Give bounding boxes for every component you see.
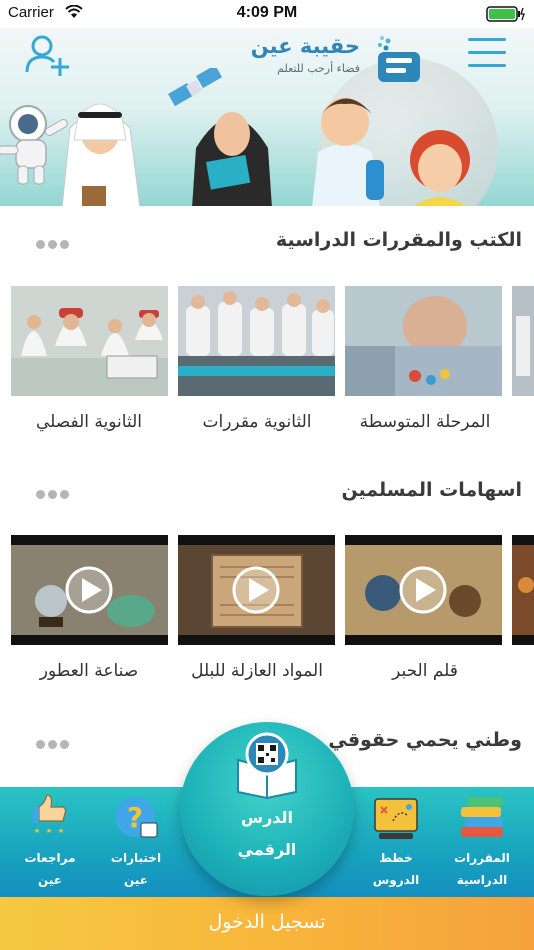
- app-tagline: فضاء أرحب للتعلم: [277, 62, 360, 75]
- app-logo: حقيبة عين فضاء أرحب للتعلم: [250, 34, 430, 84]
- video-waterproof-materials[interactable]: [178, 535, 335, 645]
- qr-book-icon: [237, 732, 297, 800]
- next-card-thumbnail: [512, 286, 534, 396]
- card-secondary-semester[interactable]: [11, 286, 168, 396]
- dot-icon: [36, 740, 45, 749]
- more-books-button[interactable]: [36, 234, 76, 249]
- menu-bar-icon: [468, 38, 506, 41]
- nav-tests-label-1: اختبارات: [110, 851, 162, 865]
- dot-icon: [48, 740, 57, 749]
- next-video-thumbnail: [512, 535, 534, 645]
- more-contributions-button[interactable]: [36, 484, 76, 499]
- books-row: [0, 286, 534, 396]
- login-label: تسجيل الدخول: [208, 911, 326, 933]
- dot-icon: [36, 240, 45, 249]
- header-banner: حقيبة عين فضاء أرحب للتعلم: [0, 28, 534, 206]
- dot-icon: [36, 490, 45, 499]
- characters-illustration: [0, 68, 470, 206]
- dot-icon: [60, 740, 69, 749]
- card-label: صناعة العطور: [39, 661, 139, 681]
- digital-lesson-label-2: الرقمي: [237, 840, 297, 859]
- waterproof-materials-thumbnail: [178, 535, 335, 645]
- video-ink-pen[interactable]: [345, 535, 502, 645]
- secondary-semester-thumbnail: [11, 286, 168, 396]
- section-title-my-country: وطني يحمي حقوقي: [328, 729, 522, 751]
- digital-lesson-button[interactable]: الدرس الرقمي: [180, 722, 354, 896]
- nav-tests[interactable]: ? اختبارات عين: [86, 787, 186, 897]
- battery-icon: [486, 6, 525, 22]
- card-label: المواد العازلة للبلل: [191, 661, 323, 681]
- lesson-plan-board-icon: [374, 798, 418, 839]
- card-label: الثانوية الفصلي: [35, 412, 143, 432]
- menu-bar-icon: [468, 51, 506, 54]
- nav-reviews-label-2: عين: [38, 873, 62, 887]
- video-next-peek[interactable]: [512, 535, 534, 645]
- menu-bar-icon: [468, 64, 506, 67]
- digital-lesson-label-1: الدرس: [240, 808, 294, 827]
- videos-row: [0, 535, 534, 645]
- perfume-making-thumbnail: [11, 535, 168, 645]
- card-label: الثانوية مقررات: [202, 412, 312, 432]
- card-label: المرحلة المتوسطة: [359, 412, 491, 432]
- app-name: حقيبة عين: [250, 34, 360, 58]
- section-title-muslim-contributions: اسهامات المسلمين: [341, 479, 522, 501]
- nav-courses-label-1: المقررات: [454, 851, 510, 865]
- card-label: قلم الحبر: [392, 661, 458, 681]
- status-bar: Carrier 4:09 PM: [0, 0, 534, 28]
- more-country-button[interactable]: [36, 734, 76, 749]
- intermediate-thumbnail: [345, 286, 502, 396]
- dot-icon: [60, 240, 69, 249]
- card-secondary-courses[interactable]: [178, 286, 335, 396]
- nav-lesson-plans[interactable]: خطط الدروس: [346, 787, 446, 897]
- login-button[interactable]: تسجيل الدخول: [0, 897, 534, 950]
- nav-courses[interactable]: المقررات الدراسية: [432, 787, 532, 897]
- thumbs-up-stars-icon: [33, 794, 67, 833]
- video-perfume-making[interactable]: [11, 535, 168, 645]
- dot-icon: [48, 490, 57, 499]
- logo-mark-icon: [378, 36, 420, 82]
- ink-pen-thumbnail: [345, 535, 502, 645]
- question-mark-icon: ?: [115, 797, 158, 838]
- nav-courses-label-2: الدراسية: [456, 873, 508, 887]
- nav-plans-label-1: خطط: [379, 851, 413, 865]
- card-next-peek[interactable]: [512, 286, 534, 396]
- dot-icon: [60, 490, 69, 499]
- menu-button[interactable]: [468, 38, 508, 72]
- books-stack-icon: [461, 797, 503, 837]
- nav-reviews-label-1: مراجعات: [24, 851, 76, 865]
- nav-reviews[interactable]: مراجعات عين: [0, 787, 100, 897]
- nav-tests-label-2: عين: [124, 873, 148, 887]
- section-title-books: الكتب والمقررات الدراسية: [275, 229, 522, 251]
- add-user-icon[interactable]: [24, 32, 70, 78]
- card-intermediate[interactable]: [345, 286, 502, 396]
- nav-plans-label-2: الدروس: [372, 873, 420, 887]
- status-time: 4:09 PM: [236, 4, 298, 21]
- dot-icon: [48, 240, 57, 249]
- secondary-courses-thumbnail: [178, 286, 335, 396]
